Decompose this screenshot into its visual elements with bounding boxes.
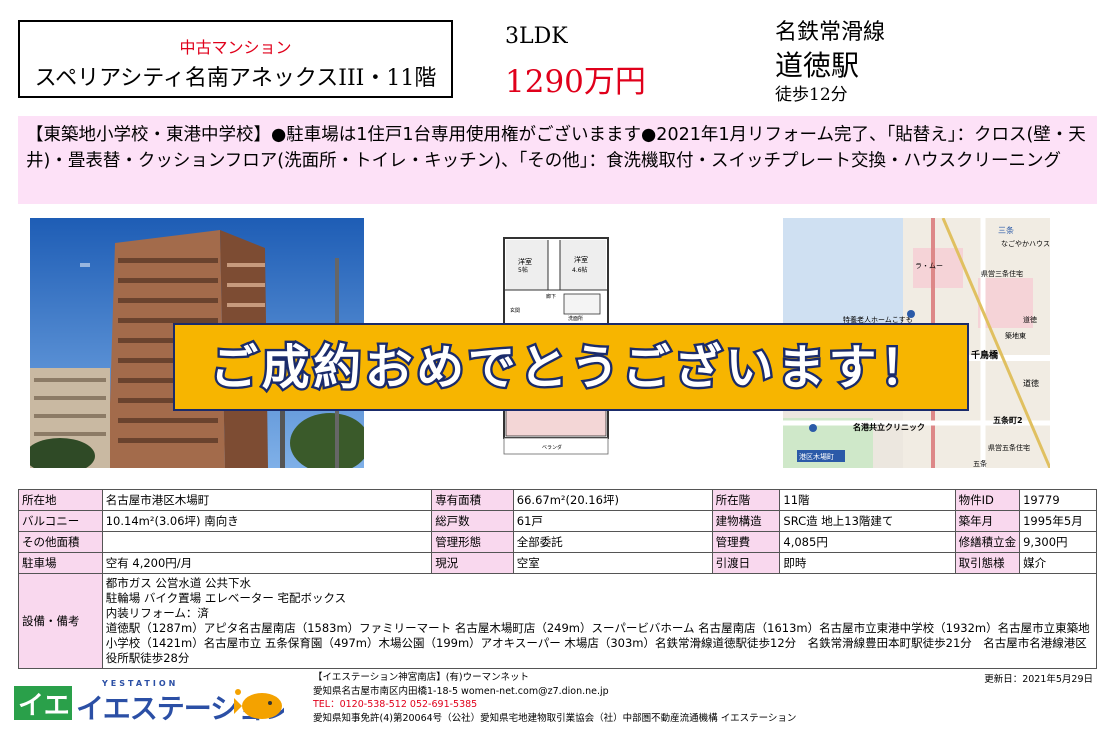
equipment-notes: 都市ガス 公営水道 公共下水 駐輪場 バイク置場 エレベーター 宅配ボックス 内… xyxy=(101,573,1098,669)
table-label: 所在階 xyxy=(711,489,781,511)
layout-type: 3LDK xyxy=(505,24,568,49)
floorplan-room2: 洋室 xyxy=(574,255,588,264)
table-value xyxy=(101,531,433,553)
property-info-table: 所在地 名古屋市港区木場町 専有面積 66.67m²(20.16坪) 所在階 1… xyxy=(18,489,1098,669)
floorplan-room1-size: 5帖 xyxy=(518,266,528,274)
table-row: バルコニー 10.14m²(3.06坪) 南向き 総戸数 61戸 建物構造 SR… xyxy=(18,510,1097,532)
table-label: 引渡日 xyxy=(711,552,781,574)
map-label: 名港共立クリニック xyxy=(853,422,925,432)
map-label: 港区木場町 xyxy=(799,452,834,461)
congratulations-banner: ご成約おめでとうございます！ xyxy=(173,323,969,411)
equipment-line: 内装リフォーム：済 xyxy=(105,606,209,620)
table-row-equipment: 設備・備考 都市ガス 公営水道 公共下水 駐輪場 バイク置場 エレベーター 宅配… xyxy=(18,573,1098,669)
title-box: 中古マンション スペリアシティ名南アネックスIII・11階 xyxy=(18,20,453,98)
table-value: 9,300円 xyxy=(1019,531,1097,553)
table-value: 全部委託 xyxy=(512,531,713,553)
company-license: 愛知県知事免許(4)第20064号（公社）愛知県宅地建物取引業協会（社）中部圏不… xyxy=(313,712,797,724)
equipment-line: 駐輪場 バイク置場 エレベーター 宅配ボックス xyxy=(105,591,347,605)
floorplan-entrance: 玄関 xyxy=(510,307,520,314)
company-name: 【イエステーション神宮南店】(有)ウーマンネット xyxy=(313,672,529,683)
table-label: 取引態様 xyxy=(954,552,1021,574)
yestation-logo: イエ YESTATION イエステーション xyxy=(12,672,292,728)
table-value: 61戸 xyxy=(512,510,713,532)
table-label: 駐車場 xyxy=(18,552,103,574)
map-label: 県営三条住宅 xyxy=(981,269,1023,278)
table-value: 媒介 xyxy=(1019,552,1097,574)
company-info: 【イエステーション神宮南店】(有)ウーマンネット 愛知県名古屋市南区内田橋1-1… xyxy=(313,671,796,725)
map-label: 道徳 xyxy=(1023,378,1039,388)
table-value: SRC造 地上13階建て xyxy=(779,510,956,532)
table-value: 空室 xyxy=(512,552,713,574)
table-label: 専有面積 xyxy=(431,489,514,511)
equipment-line: 都市ガス 公営水道 公共下水 xyxy=(105,576,252,590)
table-label: 物件ID xyxy=(954,489,1021,511)
table-label: 管理費 xyxy=(711,531,781,553)
svg-text:イエ: イエ xyxy=(18,691,70,721)
floorplan-washroom: 洗面所 xyxy=(568,315,583,322)
table-label: 現況 xyxy=(431,552,514,574)
logo-subtext: YESTATION xyxy=(101,679,178,688)
map-label: 道徳 xyxy=(1023,315,1037,324)
property-name: スペリアシティ名南アネックスIII・11階 xyxy=(34,66,437,91)
table-label: 所在地 xyxy=(18,489,103,511)
table-value: 即時 xyxy=(779,552,956,574)
banner-text: ご成約おめでとうございます！ xyxy=(210,341,932,396)
table-value: 名古屋市港区木場町 xyxy=(101,489,433,511)
walk-time: 徒歩12分 xyxy=(775,85,848,105)
table-label: 修繕積立金 xyxy=(954,531,1021,553)
equipment-line: 道徳駅（1287m）アピタ名古屋南店（1583m）ファミリーマート 名古屋木場町… xyxy=(105,621,1090,665)
table-row: 所在地 名古屋市港区木場町 専有面積 66.67m²(20.16坪) 所在階 1… xyxy=(18,489,1097,511)
updated-date: 更新日：2021年5月29日 xyxy=(984,674,1093,685)
company-address: 愛知県名古屋市南区内田橋1-18-5 women-net.com@z7.dion… xyxy=(313,685,609,697)
table-label: 管理形態 xyxy=(431,531,514,553)
floorplan-balcony: ベランダ xyxy=(542,444,562,451)
table-label: 築年月 xyxy=(954,510,1021,532)
map-label: 県営五条住宅 xyxy=(988,443,1030,452)
map-label: 千鳥橋 xyxy=(971,349,999,361)
floorplan-hall: 廊下 xyxy=(546,293,556,300)
table-value: 空有 4,200円/月 xyxy=(101,552,433,574)
table-value: 1995年5月 xyxy=(1019,510,1097,532)
table-label: バルコニー xyxy=(18,510,103,532)
floorplan-room2-size: 4.6帖 xyxy=(572,266,588,274)
train-line: 名鉄常滑線 xyxy=(775,20,886,45)
map-label: なごやかハウス xyxy=(1001,239,1050,248)
map-label: 三条 xyxy=(998,225,1014,235)
table-row: 駐車場 空有 4,200円/月 現況 空室 引渡日 即時 取引態様 媒介 xyxy=(18,552,1097,574)
table-label: 建物構造 xyxy=(711,510,781,532)
floorplan-room1: 洋室 xyxy=(518,257,532,266)
table-label: 総戸数 xyxy=(431,510,514,532)
price: 1290万円 xyxy=(505,64,646,100)
map-label: 五条町2 xyxy=(993,415,1023,425)
map-label: ラ・ムー xyxy=(915,262,943,270)
company-phone: TEL：0120-538-512 052-691-5385 xyxy=(313,699,478,711)
table-label: 設備・備考 xyxy=(18,573,103,669)
table-value: 11階 xyxy=(779,489,956,511)
station-name: 道徳駅 xyxy=(775,49,860,82)
notice-box: 【東築地小学校・東港中学校】●駐車場は1住戸1台専用使用権がございまます●202… xyxy=(18,116,1097,204)
table-value: 66.67m²(20.16坪) xyxy=(512,489,713,511)
table-row: その他面積 管理形態 全部委託 管理費 4,085円 修繕積立金 9,300円 xyxy=(18,531,1097,553)
property-category: 中古マンション xyxy=(179,38,292,57)
table-label: その他面積 xyxy=(18,531,103,553)
map-label: 築地東 xyxy=(1005,331,1026,340)
map-label: 五条 xyxy=(973,459,987,468)
table-value: 4,085円 xyxy=(779,531,956,553)
table-value: 19779 xyxy=(1019,489,1097,511)
table-value: 10.14m²(3.06坪) 南向き xyxy=(101,510,433,532)
